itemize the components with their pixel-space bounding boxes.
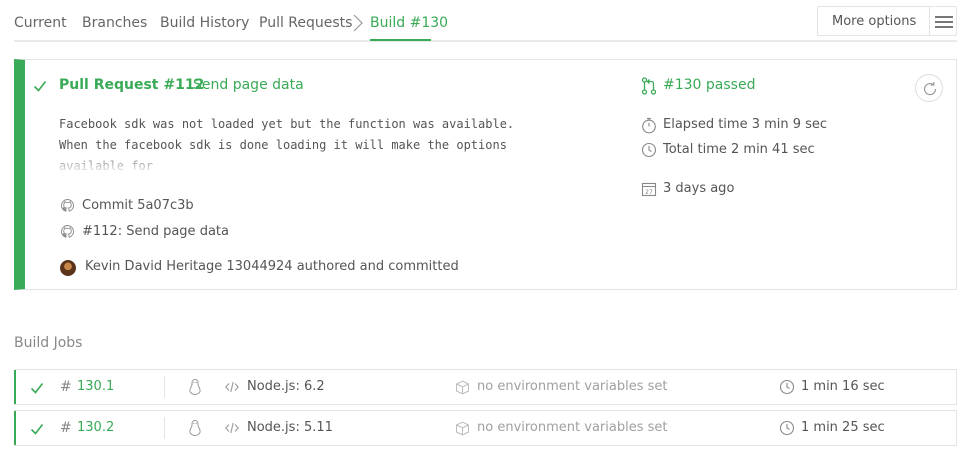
job-duration: 1 min 25 sec xyxy=(801,420,885,435)
code-icon xyxy=(225,422,239,434)
github-icon xyxy=(61,199,74,212)
linux-icon xyxy=(189,378,201,396)
more-options-divider xyxy=(929,7,930,35)
more-options-button[interactable]: More options xyxy=(817,6,957,36)
active-tab-indicator xyxy=(370,39,431,41)
job-env-vars: no environment variables set xyxy=(477,379,668,394)
job-divider xyxy=(164,417,165,439)
box-icon xyxy=(456,421,469,436)
tab-current[interactable]: Current xyxy=(14,15,67,31)
code-icon xyxy=(225,381,239,393)
tab-branches[interactable]: Branches xyxy=(82,15,147,31)
job-duration: 1 min 16 sec xyxy=(801,379,885,394)
job-env-vars: no environment variables set xyxy=(477,420,668,435)
commit-text: Commit 5a07c3b xyxy=(82,198,194,213)
job-language: Node.js: 5.11 xyxy=(247,420,333,435)
tab-pull-requests[interactable]: Pull Requests xyxy=(259,15,352,31)
github-icon xyxy=(61,225,74,238)
total-time-text: Total time 2 min 41 sec xyxy=(663,142,815,157)
hamburger-icon[interactable] xyxy=(935,16,953,28)
restart-icon xyxy=(923,82,937,96)
avatar xyxy=(60,260,76,276)
clock-icon xyxy=(779,379,795,395)
chevron-right-icon xyxy=(353,14,363,32)
more-options-label: More options xyxy=(832,14,917,29)
hash-icon: # xyxy=(60,420,72,436)
stopwatch-icon xyxy=(642,117,656,134)
tab-build-130[interactable]: Build #130 xyxy=(370,15,448,31)
job-language: Node.js: 6.2 xyxy=(247,379,325,394)
linux-icon xyxy=(189,419,201,437)
calendar-day: 27 xyxy=(645,189,653,196)
job-number[interactable]: 130.2 xyxy=(77,420,114,435)
build-summary-card: Pull Request #112 Send page data Faceboo… xyxy=(14,59,957,290)
pull-request-ref-text: #112: Send page data xyxy=(82,224,229,239)
pull-request-icon xyxy=(641,77,657,95)
check-icon xyxy=(30,383,44,394)
build-status-text: #130 passed xyxy=(663,77,756,93)
clock-icon xyxy=(641,142,657,158)
job-row[interactable]: # 130.2 Node.js: 5.11 no environment var… xyxy=(14,410,957,446)
commit-message-fade[interactable] xyxy=(59,152,579,174)
job-divider xyxy=(164,376,165,398)
author-text: Kevin David Heritage 13044924 authored a… xyxy=(85,259,459,274)
restart-build-button[interactable] xyxy=(915,74,943,102)
hash-icon: # xyxy=(60,379,72,395)
job-row[interactable]: # 130.1 Node.js: 6.2 no environment vari… xyxy=(14,369,957,405)
elapsed-time-text: Elapsed time 3 min 9 sec xyxy=(663,117,828,132)
clock-icon xyxy=(779,420,795,436)
job-number[interactable]: 130.1 xyxy=(77,379,114,394)
build-date-text: 3 days ago xyxy=(663,181,735,196)
build-jobs-heading: Build Jobs xyxy=(14,335,83,351)
tab-build-history[interactable]: Build History xyxy=(160,15,249,31)
build-tabs: Current Branches Build History Pull Requ… xyxy=(14,0,957,42)
check-icon xyxy=(33,81,47,92)
box-icon xyxy=(456,380,469,395)
pull-request-title[interactable]: Send page data xyxy=(193,77,304,93)
check-icon xyxy=(30,424,44,435)
pull-request-link[interactable]: Pull Request #112 xyxy=(59,77,204,93)
calendar-icon: 27 xyxy=(641,182,657,197)
